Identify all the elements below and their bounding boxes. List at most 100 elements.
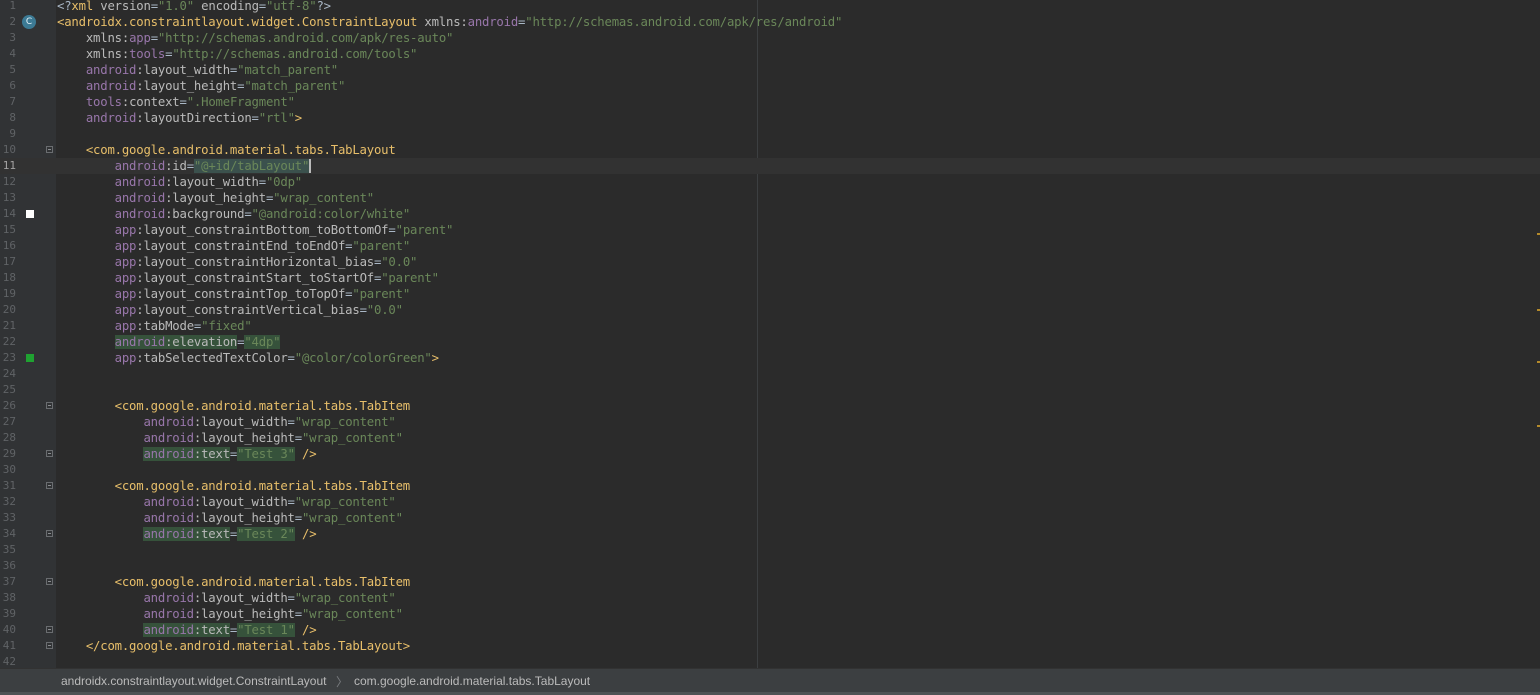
code-text[interactable]: app:layout_constraintBottom_toBottomOf="… [57, 222, 454, 238]
code-line[interactable]: 34 android:text="Test 2" /> [0, 526, 1540, 542]
code-text[interactable]: app:layout_constraintVertical_bias="0.0" [57, 302, 403, 318]
line-number[interactable]: 38 [0, 590, 16, 606]
code-text[interactable]: app:layout_constraintStart_toStartOf="pa… [57, 270, 439, 286]
line-number[interactable]: 6 [0, 78, 16, 94]
class-gutter-icon[interactable]: C [22, 15, 36, 29]
code-text[interactable]: <com.google.android.material.tabs.TabIte… [57, 574, 411, 590]
line-number[interactable]: 9 [0, 126, 16, 142]
code-text[interactable]: android:layout_height="wrap_content" [57, 190, 375, 206]
line-number[interactable]: 37 [0, 574, 16, 590]
code-text[interactable]: android:layout_height="wrap_content" [57, 510, 403, 526]
code-text[interactable]: </com.google.android.material.tabs.TabLa… [57, 638, 410, 654]
code-text[interactable]: android:elevation="4dp" [57, 334, 281, 350]
line-number[interactable]: 20 [0, 302, 16, 318]
line-number[interactable]: 7 [0, 94, 16, 110]
code-text[interactable]: xmlns:tools="http://schemas.android.com/… [57, 46, 418, 62]
code-text[interactable]: android:text="Test 1" /> [57, 622, 317, 638]
code-line[interactable]: 23 app:tabSelectedTextColor="@color/colo… [0, 350, 1540, 366]
code-line[interactable]: 7 tools:context=".HomeFragment" [0, 94, 1540, 110]
code-text[interactable]: android:background="@android:color/white… [57, 206, 411, 222]
line-number[interactable]: 39 [0, 606, 16, 622]
code-line[interactable]: 20 app:layout_constraintVertical_bias="0… [0, 302, 1540, 318]
code-text[interactable]: android:layoutDirection="rtl"> [57, 110, 302, 126]
line-number[interactable]: 29 [0, 446, 16, 462]
line-number[interactable]: 5 [0, 62, 16, 78]
code-line[interactable]: 12 android:layout_width="0dp" [0, 174, 1540, 190]
code-line[interactable]: 39 android:layout_height="wrap_content" [0, 606, 1540, 622]
line-number[interactable]: 16 [0, 238, 16, 254]
code-text[interactable]: xmlns:app="http://schemas.android.com/ap… [57, 30, 454, 46]
fold-toggle-icon[interactable] [46, 482, 53, 489]
code-line[interactable]: 32 android:layout_width="wrap_content" [0, 494, 1540, 510]
code-line[interactable]: 37 <com.google.android.material.tabs.Tab… [0, 574, 1540, 590]
code-line[interactable]: 36 [0, 558, 1540, 574]
fold-toggle-icon[interactable] [46, 578, 53, 585]
code-text[interactable]: <com.google.android.material.tabs.TabIte… [57, 478, 411, 494]
code-line[interactable]: 26 <com.google.android.material.tabs.Tab… [0, 398, 1540, 414]
line-number[interactable]: 13 [0, 190, 16, 206]
code-text[interactable]: android:layout_width="wrap_content" [57, 590, 395, 606]
code-text[interactable]: app:layout_constraintEnd_toEndOf="parent… [57, 238, 411, 254]
code-line[interactable]: 14 android:background="@android:color/wh… [0, 206, 1540, 222]
code-text[interactable]: android:layout_height="wrap_content" [57, 606, 403, 622]
line-number[interactable]: 24 [0, 366, 16, 382]
code-line[interactable]: 11 android:id="@+id/tabLayout" [0, 158, 1540, 174]
line-number[interactable]: 27 [0, 414, 16, 430]
code-text[interactable]: android:text="Test 2" /> [57, 526, 317, 542]
code-text[interactable]: android:layout_width="0dp" [57, 174, 303, 190]
code-line[interactable]: 33 android:layout_height="wrap_content" [0, 510, 1540, 526]
code-text[interactable]: app:layout_constraintTop_toTopOf="parent… [57, 286, 411, 302]
line-number[interactable]: 2 [0, 14, 16, 30]
code-line[interactable]: 31 <com.google.android.material.tabs.Tab… [0, 478, 1540, 494]
line-number[interactable]: 21 [0, 318, 16, 334]
line-number[interactable]: 35 [0, 542, 16, 558]
code-text[interactable]: tools:context=".HomeFragment" [57, 94, 295, 110]
code-text[interactable]: <?xml version="1.0" encoding="utf-8"?> [57, 0, 331, 14]
fold-toggle-icon[interactable] [46, 626, 53, 633]
line-number[interactable]: 22 [0, 334, 16, 350]
line-number[interactable]: 36 [0, 558, 16, 574]
line-number[interactable]: 15 [0, 222, 16, 238]
code-text[interactable]: app:layout_constraintHorizontal_bias="0.… [57, 254, 418, 270]
code-text[interactable]: android:layout_height="wrap_content" [57, 430, 403, 446]
line-number[interactable]: 4 [0, 46, 16, 62]
code-text[interactable]: android:text="Test 3" /> [57, 446, 317, 462]
code-line[interactable]: 1 <?xml version="1.0" encoding="utf-8"?> [0, 0, 1540, 14]
code-line[interactable]: 9 [0, 126, 1540, 142]
code-line[interactable]: 3 xmlns:app="http://schemas.android.com/… [0, 30, 1540, 46]
line-number[interactable]: 14 [0, 206, 16, 222]
code-line[interactable]: 35 [0, 542, 1540, 558]
code-line[interactable]: 10 <com.google.android.material.tabs.Tab… [0, 142, 1540, 158]
line-number[interactable]: 28 [0, 430, 16, 446]
code-text[interactable]: <com.google.android.material.tabs.TabLay… [57, 142, 396, 158]
code-line[interactable]: 25 [0, 382, 1540, 398]
fold-toggle-icon[interactable] [46, 530, 53, 537]
code-line[interactable]: 30 [0, 462, 1540, 478]
line-number[interactable]: 10 [0, 142, 16, 158]
line-number[interactable]: 26 [0, 398, 16, 414]
code-line[interactable]: 5 android:layout_width="match_parent" [0, 62, 1540, 78]
line-number[interactable]: 40 [0, 622, 16, 638]
fold-toggle-icon[interactable] [46, 450, 53, 457]
code-line[interactable]: 18 app:layout_constraintStart_toStartOf=… [0, 270, 1540, 286]
code-line[interactable]: 29 android:text="Test 3" /> [0, 446, 1540, 462]
color-swatch-icon[interactable] [26, 210, 34, 218]
code-line[interactable]: 4 xmlns:tools="http://schemas.android.co… [0, 46, 1540, 62]
line-number[interactable]: 23 [0, 350, 16, 366]
code-text[interactable]: app:tabSelectedTextColor="@color/colorGr… [57, 350, 439, 366]
code-text[interactable]: android:layout_width="wrap_content" [57, 494, 395, 510]
code-text[interactable]: android:layout_width="wrap_content" [57, 414, 395, 430]
line-number[interactable]: 12 [0, 174, 16, 190]
code-line[interactable]: 22 android:elevation="4dp" [0, 334, 1540, 350]
code-text[interactable]: <com.google.android.material.tabs.TabIte… [57, 398, 411, 414]
line-number[interactable]: 11 [0, 158, 16, 174]
code-line[interactable]: 38 android:layout_width="wrap_content" [0, 590, 1540, 606]
line-number[interactable]: 3 [0, 30, 16, 46]
line-number[interactable]: 17 [0, 254, 16, 270]
line-number[interactable]: 8 [0, 110, 16, 126]
code-line[interactable]: 27 android:layout_width="wrap_content" [0, 414, 1540, 430]
line-number[interactable]: 18 [0, 270, 16, 286]
code-text[interactable]: android:layout_width="match_parent" [57, 62, 338, 78]
color-swatch-icon[interactable] [26, 354, 34, 362]
code-editor[interactable]: 1 <?xml version="1.0" encoding="utf-8"?> 2… [0, 0, 1540, 668]
